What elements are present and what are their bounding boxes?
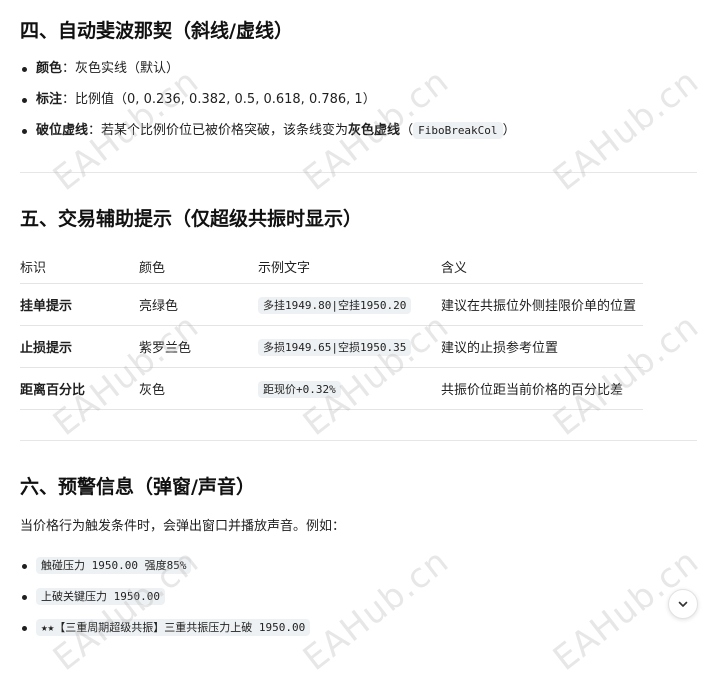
section-6-paragraph: 当价格行为触发条件时，会弹出窗口并播放声音。例如： (20, 519, 346, 534)
table-cell-color: 灰色 (139, 383, 166, 398)
table-header: 标识 (20, 260, 47, 276)
inline-code: 多损1949.65|空损1950.35 (258, 338, 412, 356)
table-cell-meaning: 共振价位距当前价格的百分比差 (441, 383, 624, 398)
list-item: 破位虚线：若某个比例价位已被价格突破，该条线变为灰色虚线（ FiboBreakCo… (20, 122, 516, 153)
item-text: 若某个比例价位已被价格突破，该条线变为 (101, 123, 349, 138)
scroll-down-button[interactable] (668, 589, 698, 619)
assist-table: 标识 颜色 示例文字 含义 挂单提示 亮绿色 多挂1949.80|空挂1950.… (20, 249, 643, 410)
inline-code: 多挂1949.80|空挂1950.20 (258, 296, 412, 314)
list-item: 上破关键压力 1950.00 (20, 588, 310, 619)
section-6-heading: 六、预警信息（弹窗/声音） (20, 476, 255, 498)
table-row: 止损提示 紫罗兰色 多损1949.65|空损1950.35 建议的止损参考位置 (20, 325, 643, 368)
watermark: EAHub.cn (545, 61, 707, 199)
list-item: 颜色：灰色实线（默认） (20, 60, 516, 91)
watermark: EAHub.cn (295, 541, 457, 679)
table-cell-id: 挂单提示 (20, 299, 73, 314)
table-header-row: 标识 颜色 示例文字 含义 (20, 249, 643, 284)
table-header: 含义 (441, 260, 468, 276)
section-5-heading: 五、交易辅助提示（仅超级共振时显示） (20, 208, 363, 230)
section-6-list: 触碰压力 1950.00 强度85% 上破关键压力 1950.00 ★★【三重周… (20, 557, 311, 650)
inline-code: 上破关键压力 1950.00 (36, 588, 165, 605)
section-4-heading: 四、自动斐波那契（斜线/虚线） (20, 20, 293, 42)
section-4-list: 颜色：灰色实线（默认） 标注：比例值（0, 0.236, 0.382, 0.5,… (20, 60, 516, 153)
table-cell-color: 紫罗兰色 (139, 341, 192, 356)
inline-code: FiboBreakCol (413, 122, 503, 139)
table-cell-meaning: 建议的止损参考位置 (441, 341, 559, 356)
table-header: 示例文字 (258, 260, 311, 276)
item-label: 标注 (36, 92, 63, 107)
table-cell-meaning: 建议在共振位外侧挂限价单的位置 (441, 299, 637, 314)
divider (20, 440, 697, 441)
item-text: 比例值（0, 0.236, 0.382, 0.5, 0.618, 0.786, … (75, 92, 376, 107)
table-row: 挂单提示 亮绿色 多挂1949.80|空挂1950.20 建议在共振位外侧挂限价… (20, 283, 643, 326)
table-cell-id: 止损提示 (20, 341, 73, 356)
item-bold-text: 灰色虚线 (348, 123, 401, 138)
table-row: 距离百分比 灰色 距现价+0.32% 共振价位距当前价格的百分比差 (20, 367, 643, 410)
inline-code: 触碰压力 1950.00 强度85% (36, 557, 192, 574)
table-cell-id: 距离百分比 (20, 383, 86, 398)
item-label: 破位虚线 (36, 123, 89, 138)
list-item: 触碰压力 1950.00 强度85% (20, 557, 310, 588)
table-cell-color: 亮绿色 (139, 299, 179, 314)
document-page: 四、自动斐波那契（斜线/虚线） 颜色：灰色实线（默认） 标注：比例值（0, 0.… (0, 0, 719, 679)
list-item: 标注：比例值（0, 0.236, 0.382, 0.5, 0.618, 0.78… (20, 91, 516, 122)
inline-code: 距现价+0.32% (258, 380, 341, 398)
inline-code: ★★【三重周期超级共振】三重共振压力上破 1950.00 (36, 619, 311, 636)
item-text: 灰色实线（默认） (75, 61, 180, 76)
divider (20, 172, 697, 173)
list-item: ★★【三重周期超级共振】三重共振压力上破 1950.00 (20, 619, 311, 650)
table-header: 颜色 (139, 260, 166, 276)
chevron-down-icon (678, 601, 688, 607)
item-label: 颜色 (36, 61, 63, 76)
